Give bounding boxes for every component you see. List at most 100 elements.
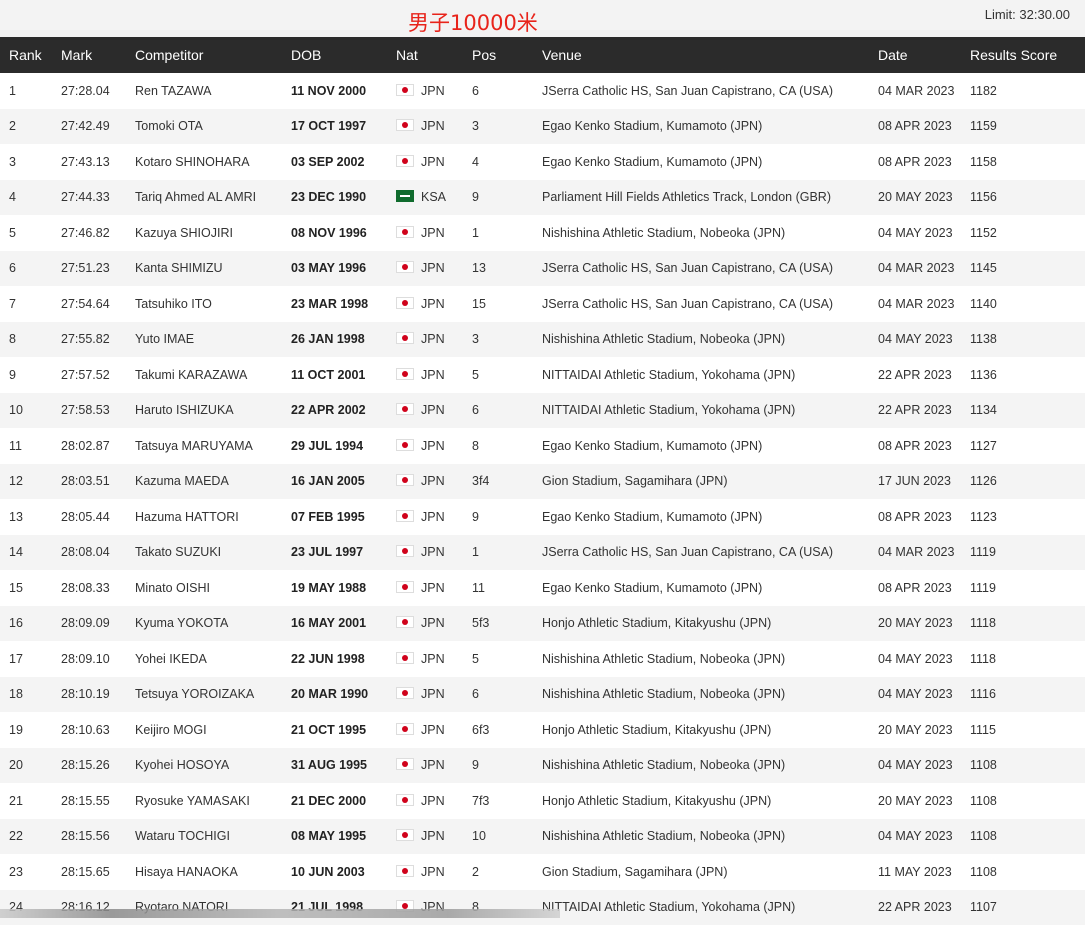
cell-dob: 23 DEC 1990	[282, 180, 387, 216]
table-row[interactable]: 1328:05.44Hazuma HATTORI07 FEB 1995JPN9E…	[0, 499, 1085, 535]
header-results-score[interactable]: Results Score	[961, 37, 1085, 73]
cell-competitor[interactable]: Tomoki OTA	[126, 109, 282, 145]
header-competitor[interactable]: Competitor	[126, 37, 282, 73]
cell-pos: 6	[463, 73, 533, 109]
cell-mark: 28:10.63	[52, 712, 126, 748]
header-rank[interactable]: Rank	[0, 37, 52, 73]
cell-mark: 28:08.33	[52, 570, 126, 606]
cell-nat: JPN	[387, 783, 463, 819]
cell-competitor[interactable]: Kyuma YOKOTA	[126, 606, 282, 642]
cell-pos: 13	[463, 251, 533, 287]
cell-pos: 8	[463, 428, 533, 464]
cell-venue: Egao Kenko Stadium, Kumamoto (JPN)	[533, 428, 869, 464]
cell-pos: 3	[463, 109, 533, 145]
cell-mark: 28:15.65	[52, 854, 126, 890]
cell-nat: JPN	[387, 748, 463, 784]
cell-date: 04 MAR 2023	[869, 535, 961, 571]
table-row[interactable]: 327:43.13Kotaro SHINOHARA03 SEP 2002JPN4…	[0, 144, 1085, 180]
cell-nat: JPN	[387, 819, 463, 855]
table-row[interactable]: 627:51.23Kanta SHIMIZU03 MAY 1996JPN13JS…	[0, 251, 1085, 287]
nat-code: JPN	[421, 332, 445, 346]
header-date[interactable]: Date	[869, 37, 961, 73]
cell-competitor[interactable]: Kyohei HOSOYA	[126, 748, 282, 784]
cell-competitor[interactable]: Kanta SHIMIZU	[126, 251, 282, 287]
table-header: Rank Mark Competitor DOB Nat Pos Venue D…	[0, 37, 1085, 73]
cell-rank: 13	[0, 499, 52, 535]
cell-competitor[interactable]: Yohei IKEDA	[126, 641, 282, 677]
cell-rank: 14	[0, 535, 52, 571]
cell-competitor[interactable]: Kazuma MAEDA	[126, 464, 282, 500]
cell-rank: 11	[0, 428, 52, 464]
cell-nat: JPN	[387, 464, 463, 500]
cell-competitor[interactable]: Hazuma HATTORI	[126, 499, 282, 535]
cell-date: 04 MAY 2023	[869, 215, 961, 251]
header-venue[interactable]: Venue	[533, 37, 869, 73]
table-row[interactable]: 2228:15.56Wataru TOCHIGI08 MAY 1995JPN10…	[0, 819, 1085, 855]
saudi-flag-icon	[396, 190, 414, 202]
cell-competitor[interactable]: Takato SUZUKI	[126, 535, 282, 571]
table-row[interactable]: 1228:03.51Kazuma MAEDA16 JAN 2005JPN3f4G…	[0, 464, 1085, 500]
cell-competitor[interactable]: Kotaro SHINOHARA	[126, 144, 282, 180]
table-row[interactable]: 1428:08.04Takato SUZUKI23 JUL 1997JPN1JS…	[0, 535, 1085, 571]
cell-competitor[interactable]: Ryosuke YAMASAKI	[126, 783, 282, 819]
table-row[interactable]: 1728:09.10Yohei IKEDA22 JUN 1998JPN5Nish…	[0, 641, 1085, 677]
cell-competitor[interactable]: Tatsuhiko ITO	[126, 286, 282, 322]
cell-rank: 8	[0, 322, 52, 358]
cell-results-score: 1145	[961, 251, 1085, 287]
header-nat[interactable]: Nat	[387, 37, 463, 73]
cell-competitor[interactable]: Keijiro MOGI	[126, 712, 282, 748]
cell-nat: JPN	[387, 499, 463, 535]
cell-competitor[interactable]: Wataru TOCHIGI	[126, 819, 282, 855]
table-row[interactable]: 927:57.52Takumi KARAZAWA11 OCT 2001JPN5N…	[0, 357, 1085, 393]
table-row[interactable]: 827:55.82Yuto IMAE26 JAN 1998JPN3Nishish…	[0, 322, 1085, 358]
table-row[interactable]: 2128:15.55Ryosuke YAMASAKI21 DEC 2000JPN…	[0, 783, 1085, 819]
cell-date: 17 JUN 2023	[869, 464, 961, 500]
cell-results-score: 1158	[961, 144, 1085, 180]
cell-date: 04 MAY 2023	[869, 322, 961, 358]
table-row[interactable]: 2328:15.65Hisaya HANAOKA10 JUN 2003JPN2G…	[0, 854, 1085, 890]
cell-competitor[interactable]: Takumi KARAZAWA	[126, 357, 282, 393]
header-mark[interactable]: Mark	[52, 37, 126, 73]
cell-dob: 07 FEB 1995	[282, 499, 387, 535]
cell-competitor[interactable]: Tatsuya MARUYAMA	[126, 428, 282, 464]
cell-venue: NITTAIDAI Athletic Stadium, Yokohama (JP…	[533, 393, 869, 429]
cell-nat: JPN	[387, 286, 463, 322]
cell-competitor[interactable]: Kazuya SHIOJIRI	[126, 215, 282, 251]
cell-competitor[interactable]: Haruto ISHIZUKA	[126, 393, 282, 429]
cell-venue: Nishishina Athletic Stadium, Nobeoka (JP…	[533, 215, 869, 251]
nat-code: JPN	[421, 581, 445, 595]
header-dob[interactable]: DOB	[282, 37, 387, 73]
table-row[interactable]: 1828:10.19Tetsuya YOROIZAKA20 MAR 1990JP…	[0, 677, 1085, 713]
table-row[interactable]: 1628:09.09Kyuma YOKOTA16 MAY 2001JPN5f3H…	[0, 606, 1085, 642]
japan-flag-icon	[396, 368, 414, 380]
cell-competitor[interactable]: Yuto IMAE	[126, 322, 282, 358]
cell-rank: 9	[0, 357, 52, 393]
cell-competitor[interactable]: Hisaya HANAOKA	[126, 854, 282, 890]
table-row[interactable]: 1027:58.53Haruto ISHIZUKA22 APR 2002JPN6…	[0, 393, 1085, 429]
cell-competitor[interactable]: Tetsuya YOROIZAKA	[126, 677, 282, 713]
table-row[interactable]: 127:28.04Ren TAZAWA11 NOV 2000JPN6JSerra…	[0, 73, 1085, 109]
table-row[interactable]: 727:54.64Tatsuhiko ITO23 MAR 1998JPN15JS…	[0, 286, 1085, 322]
table-row[interactable]: 2428:16.12Ryotaro NATORI21 JUL 1998JPN8N…	[0, 890, 1085, 925]
cell-date: 20 MAY 2023	[869, 606, 961, 642]
scroll-fade-overlay	[0, 909, 560, 918]
table-row[interactable]: 1128:02.87Tatsuya MARUYAMA29 JUL 1994JPN…	[0, 428, 1085, 464]
table-row[interactable]: 1528:08.33Minato OISHI19 MAY 1988JPN11Eg…	[0, 570, 1085, 606]
cell-dob: 08 NOV 1996	[282, 215, 387, 251]
table-row[interactable]: 2028:15.26Kyohei HOSOYA31 AUG 1995JPN9Ni…	[0, 748, 1085, 784]
table-row[interactable]: 527:46.82Kazuya SHIOJIRI08 NOV 1996JPN1N…	[0, 215, 1085, 251]
cell-rank: 19	[0, 712, 52, 748]
table-row[interactable]: 1928:10.63Keijiro MOGI21 OCT 1995JPN6f3H…	[0, 712, 1085, 748]
nat-code: JPN	[421, 439, 445, 453]
nat-code: JPN	[421, 510, 445, 524]
cell-competitor[interactable]: Ryotaro NATORI	[126, 890, 282, 925]
table-row[interactable]: 427:44.33Tariq Ahmed AL AMRI23 DEC 1990K…	[0, 180, 1085, 216]
cell-competitor[interactable]: Tariq Ahmed AL AMRI	[126, 180, 282, 216]
table-body: 127:28.04Ren TAZAWA11 NOV 2000JPN6JSerra…	[0, 73, 1085, 925]
cell-competitor[interactable]: Minato OISHI	[126, 570, 282, 606]
cell-competitor[interactable]: Ren TAZAWA	[126, 73, 282, 109]
cell-pos: 8	[463, 890, 533, 925]
header-pos[interactable]: Pos	[463, 37, 533, 73]
table-row[interactable]: 227:42.49Tomoki OTA17 OCT 1997JPN3Egao K…	[0, 109, 1085, 145]
cell-rank: 24	[0, 890, 52, 925]
